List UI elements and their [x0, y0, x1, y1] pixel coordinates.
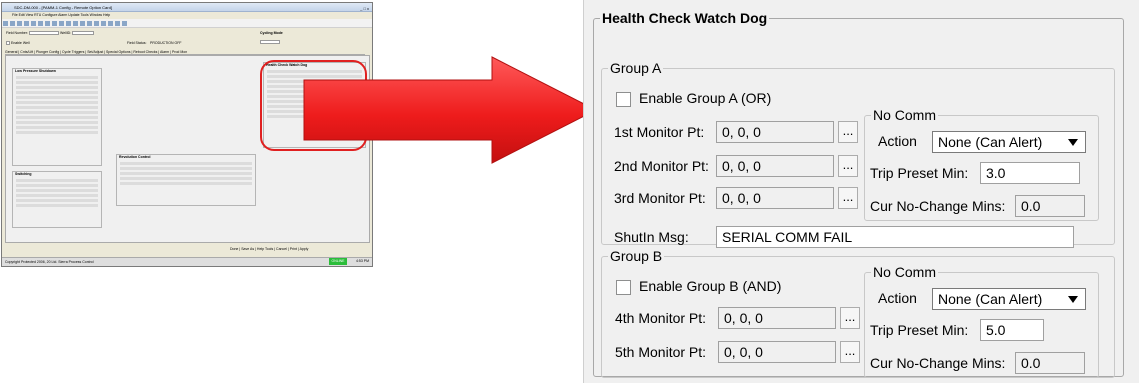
mini-status-bar: Copyright Protected 2006, 20 Ltd. Sierra… [2, 257, 372, 266]
enable-group-a-checkbox[interactable] [616, 92, 631, 107]
mini-field-status-value: PRODUCTION OFF [150, 41, 182, 45]
mini-cycling-mode-label: Cycling Mode [260, 31, 283, 35]
group-a-trip-preset-input[interactable]: 3.0 [980, 162, 1080, 184]
monitor-1-field[interactable]: 0, 0, 0 [716, 121, 834, 143]
mini-revolution-title: Revolution Control [119, 155, 151, 159]
group-b-cur-no-change-label: Cur No-Change Mins: [870, 355, 1006, 371]
group-b-no-comm-groupbox: No Comm Action None (Can Alert) Trip Pre… [864, 264, 1099, 378]
mini-well-id-label: WellID: [59, 31, 72, 35]
shutin-msg-label: ShutIn Msg: [614, 229, 689, 245]
group-b-trip-preset-input[interactable]: 5.0 [980, 319, 1044, 341]
group-a-trip-preset-label: Trip Preset Min: [870, 165, 969, 181]
mini-online-badge: ONLINE [329, 258, 347, 265]
mini-switching-title: Switching [15, 172, 32, 176]
monitor-2-field[interactable]: 0, 0, 0 [716, 155, 834, 177]
group-b-title: Group B [610, 248, 663, 264]
mini-field-number-label: Field Number: [6, 31, 28, 35]
mini-field-bar: Field Number: WellID: Cycling Mode [2, 28, 372, 38]
mini-low-pressure-title: Low Pressure Shutdown [15, 69, 56, 73]
monitor-2-label: 2nd Monitor Pt: [614, 158, 709, 174]
monitor-4-browse-button[interactable]: ... [840, 307, 860, 329]
mini-toolbar[interactable] [2, 19, 372, 28]
mini-status-text: Copyright Protected 2006, 20 Ltd. Sierra… [5, 260, 94, 264]
mini-status-bar-top: Enable Well Field Status: PRODUCTION OFF [2, 39, 372, 48]
group-b-no-comm-title: No Comm [873, 264, 937, 280]
group-a-no-comm-title: No Comm [873, 107, 937, 123]
health-check-groupbox: Health Check Watch Dog Group A Enable Gr… [593, 10, 1124, 378]
enable-group-a-label: Enable Group A (OR) [639, 90, 772, 106]
health-check-title: Health Check Watch Dog [602, 10, 768, 26]
monitor-5-label: 5th Monitor Pt: [615, 344, 707, 360]
mini-window-title: SDC-DM-000 - [PAMM-1 Config - Remote Opt… [14, 5, 112, 10]
mini-switching-group: Switching [12, 171, 102, 228]
group-b-action-dropdown[interactable]: None (Can Alert) [932, 288, 1086, 310]
monitor-3-label: 3rd Monitor Pt: [614, 190, 706, 206]
mini-title-bar: SDC-DM-000 - [PAMM-1 Config - Remote Opt… [2, 3, 372, 12]
mini-cycling-mode-select[interactable] [260, 40, 280, 44]
mini-low-pressure-group: Low Pressure Shutdown [12, 68, 102, 166]
monitor-2-browse-button[interactable]: ... [838, 155, 858, 177]
group-b-groupbox: Group B Enable Group B (AND) 4th Monitor… [601, 248, 1115, 378]
monitor-5-field[interactable]: 0, 0, 0 [718, 341, 836, 363]
enable-group-b-label: Enable Group B (AND) [639, 278, 782, 294]
monitor-1-browse-button[interactable]: ... [838, 121, 858, 143]
monitor-3-browse-button[interactable]: ... [838, 187, 858, 209]
group-a-groupbox: Group A Enable Group A (OR) 1st Monitor … [601, 60, 1115, 248]
mini-field-number-select[interactable] [28, 31, 59, 36]
group-a-action-label: Action [878, 133, 917, 149]
monitor-5-browse-button[interactable]: ... [840, 341, 860, 363]
shutin-msg-input[interactable]: SERIAL COMM FAIL [716, 226, 1074, 248]
monitor-1-label: 1st Monitor Pt: [614, 124, 705, 140]
group-a-action-value: None (Can Alert) [938, 134, 1043, 150]
mini-status-time: 4:53 PM [355, 259, 369, 263]
monitor-3-field[interactable]: 0, 0, 0 [716, 187, 834, 209]
group-a-no-comm-groupbox: No Comm Action None (Can Alert) Trip Pre… [864, 107, 1099, 221]
red-arrow-icon [303, 56, 598, 164]
mini-menu-bar[interactable]: File Edit View RTU Configure Alarm Updat… [2, 12, 372, 19]
health-check-zoom-panel: Health Check Watch Dog Group A Enable Gr… [583, 0, 1139, 383]
group-a-cur-no-change-label: Cur No-Change Mins: [870, 198, 1006, 214]
monitor-4-field[interactable]: 0, 0, 0 [718, 307, 836, 329]
group-a-action-dropdown[interactable]: None (Can Alert) [932, 131, 1086, 153]
group-b-action-label: Action [878, 290, 917, 306]
mini-enable-well-label: Enable Well [10, 41, 30, 45]
group-b-action-value: None (Can Alert) [938, 291, 1043, 307]
mini-revolution-group: Revolution Control [116, 154, 256, 206]
mini-enable-well-checkbox[interactable] [6, 41, 10, 46]
monitor-4-label: 4th Monitor Pt: [615, 310, 707, 326]
chevron-down-icon [1068, 296, 1078, 303]
group-a-cur-no-change-field: 0.0 [1015, 195, 1085, 217]
chevron-down-icon [1068, 139, 1078, 146]
group-b-trip-preset-label: Trip Preset Min: [870, 322, 969, 338]
enable-group-b-checkbox[interactable] [616, 280, 631, 295]
mini-dialog-buttons[interactable]: Done | Save As | Help Tools | Cancel | P… [230, 246, 308, 252]
mini-well-id-input[interactable] [72, 31, 95, 36]
mini-field-status-label: Field Status: [127, 41, 147, 45]
group-a-title: Group A [610, 60, 662, 76]
group-b-cur-no-change-field: 0.0 [1015, 352, 1085, 374]
